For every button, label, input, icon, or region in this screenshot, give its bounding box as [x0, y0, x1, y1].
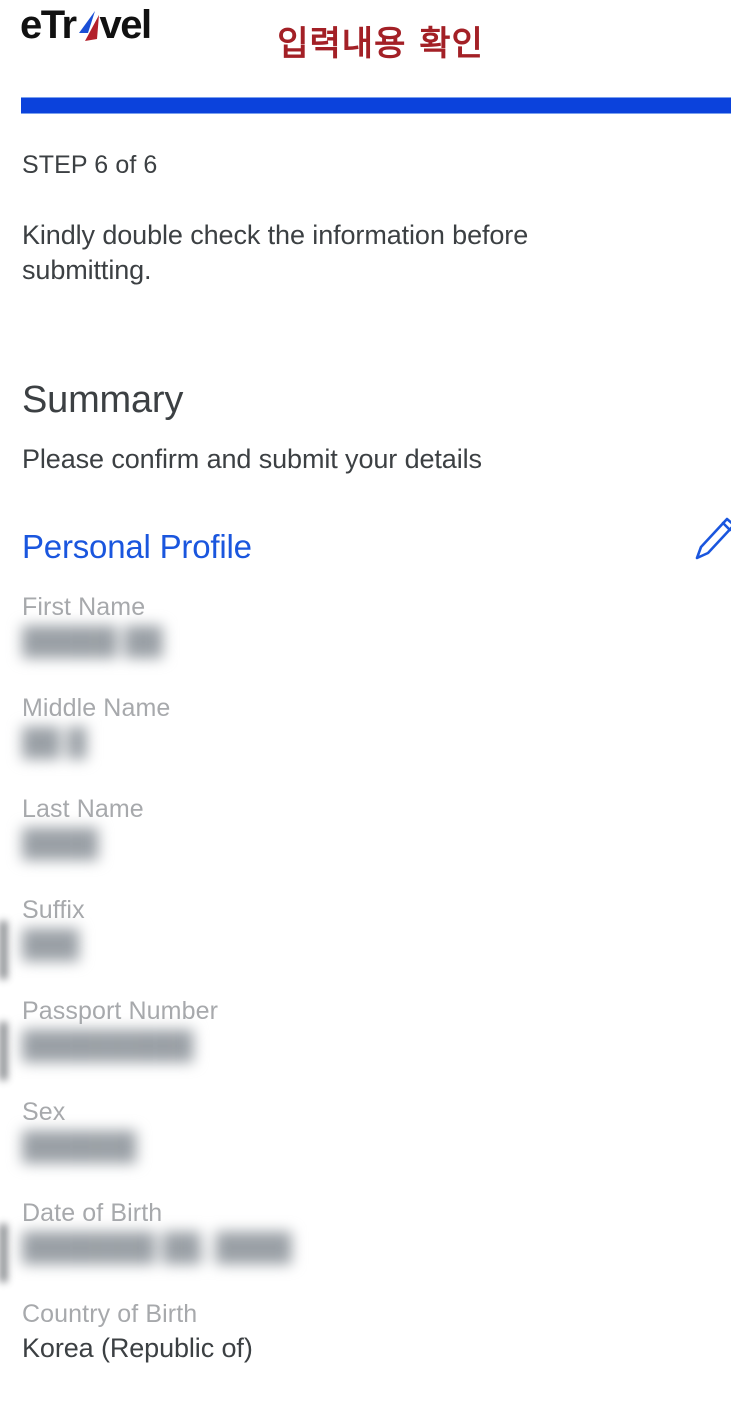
progress-bar-fill — [21, 97, 731, 114]
field-label: Suffix — [22, 896, 85, 925]
summary-field: Suffix ███ — [0, 895, 709, 980]
field-value: ████ — [22, 828, 99, 859]
field-label: Last Name — [22, 795, 144, 824]
field-value: ██████ — [22, 1131, 137, 1162]
field-value: █████████ — [22, 1030, 194, 1061]
summary-field: Date of Birth ███████ ██, ████ — [0, 1198, 709, 1283]
edge-artifact — [0, 1022, 7, 1081]
summary-heading: Summary — [22, 379, 184, 422]
summary-subheading: Please confirm and submit your details — [22, 444, 482, 475]
edge-artifact — [0, 921, 7, 980]
field-value: ███████ ██, ████ — [22, 1232, 292, 1263]
field-value: Korea (Republic of) — [22, 1333, 253, 1364]
summary-field: Last Name ████ — [22, 794, 709, 861]
personal-profile-section-header: Personal Profile — [22, 517, 731, 566]
field-label: Sex — [22, 1098, 66, 1127]
field-value: █████ ██ — [22, 626, 163, 657]
personal-profile-fields: First Name █████ ██ Middle Name ██ █ Last Na… — [0, 592, 709, 1366]
instruction-text: Kindly double check the information befo… — [22, 220, 529, 285]
section-title-personal-profile: Personal Profile — [22, 528, 252, 566]
summary-field: Sex ██████ — [22, 1097, 709, 1164]
field-label: Middle Name — [22, 694, 171, 723]
progress-bar-track — [21, 97, 731, 114]
pencil-edit-icon[interactable] — [689, 516, 731, 564]
page-title-korean: 입력내용 확인 — [277, 24, 484, 64]
field-label: First Name — [22, 593, 146, 622]
summary-field: Passport Number █████████ — [0, 996, 709, 1081]
field-label: Date of Birth — [22, 1199, 163, 1228]
main-content: STEP 6 of 6 Kindly double check the info… — [0, 114, 731, 1366]
edge-artifact — [0, 1224, 7, 1283]
field-label: Passport Number — [22, 997, 219, 1026]
step-indicator: STEP 6 of 6 — [22, 151, 158, 179]
field-value: ██ █ — [22, 727, 87, 758]
summary-field: First Name █████ ██ — [22, 592, 709, 659]
field-label: Country of Birth — [22, 1300, 198, 1329]
summary-field: Middle Name ██ █ — [22, 693, 709, 760]
summary-field: Country of Birth Korea (Republic of) — [22, 1299, 709, 1366]
page-header: eTr vel 입력내용 확인 — [0, 0, 731, 88]
field-value: ███ — [22, 929, 80, 960]
